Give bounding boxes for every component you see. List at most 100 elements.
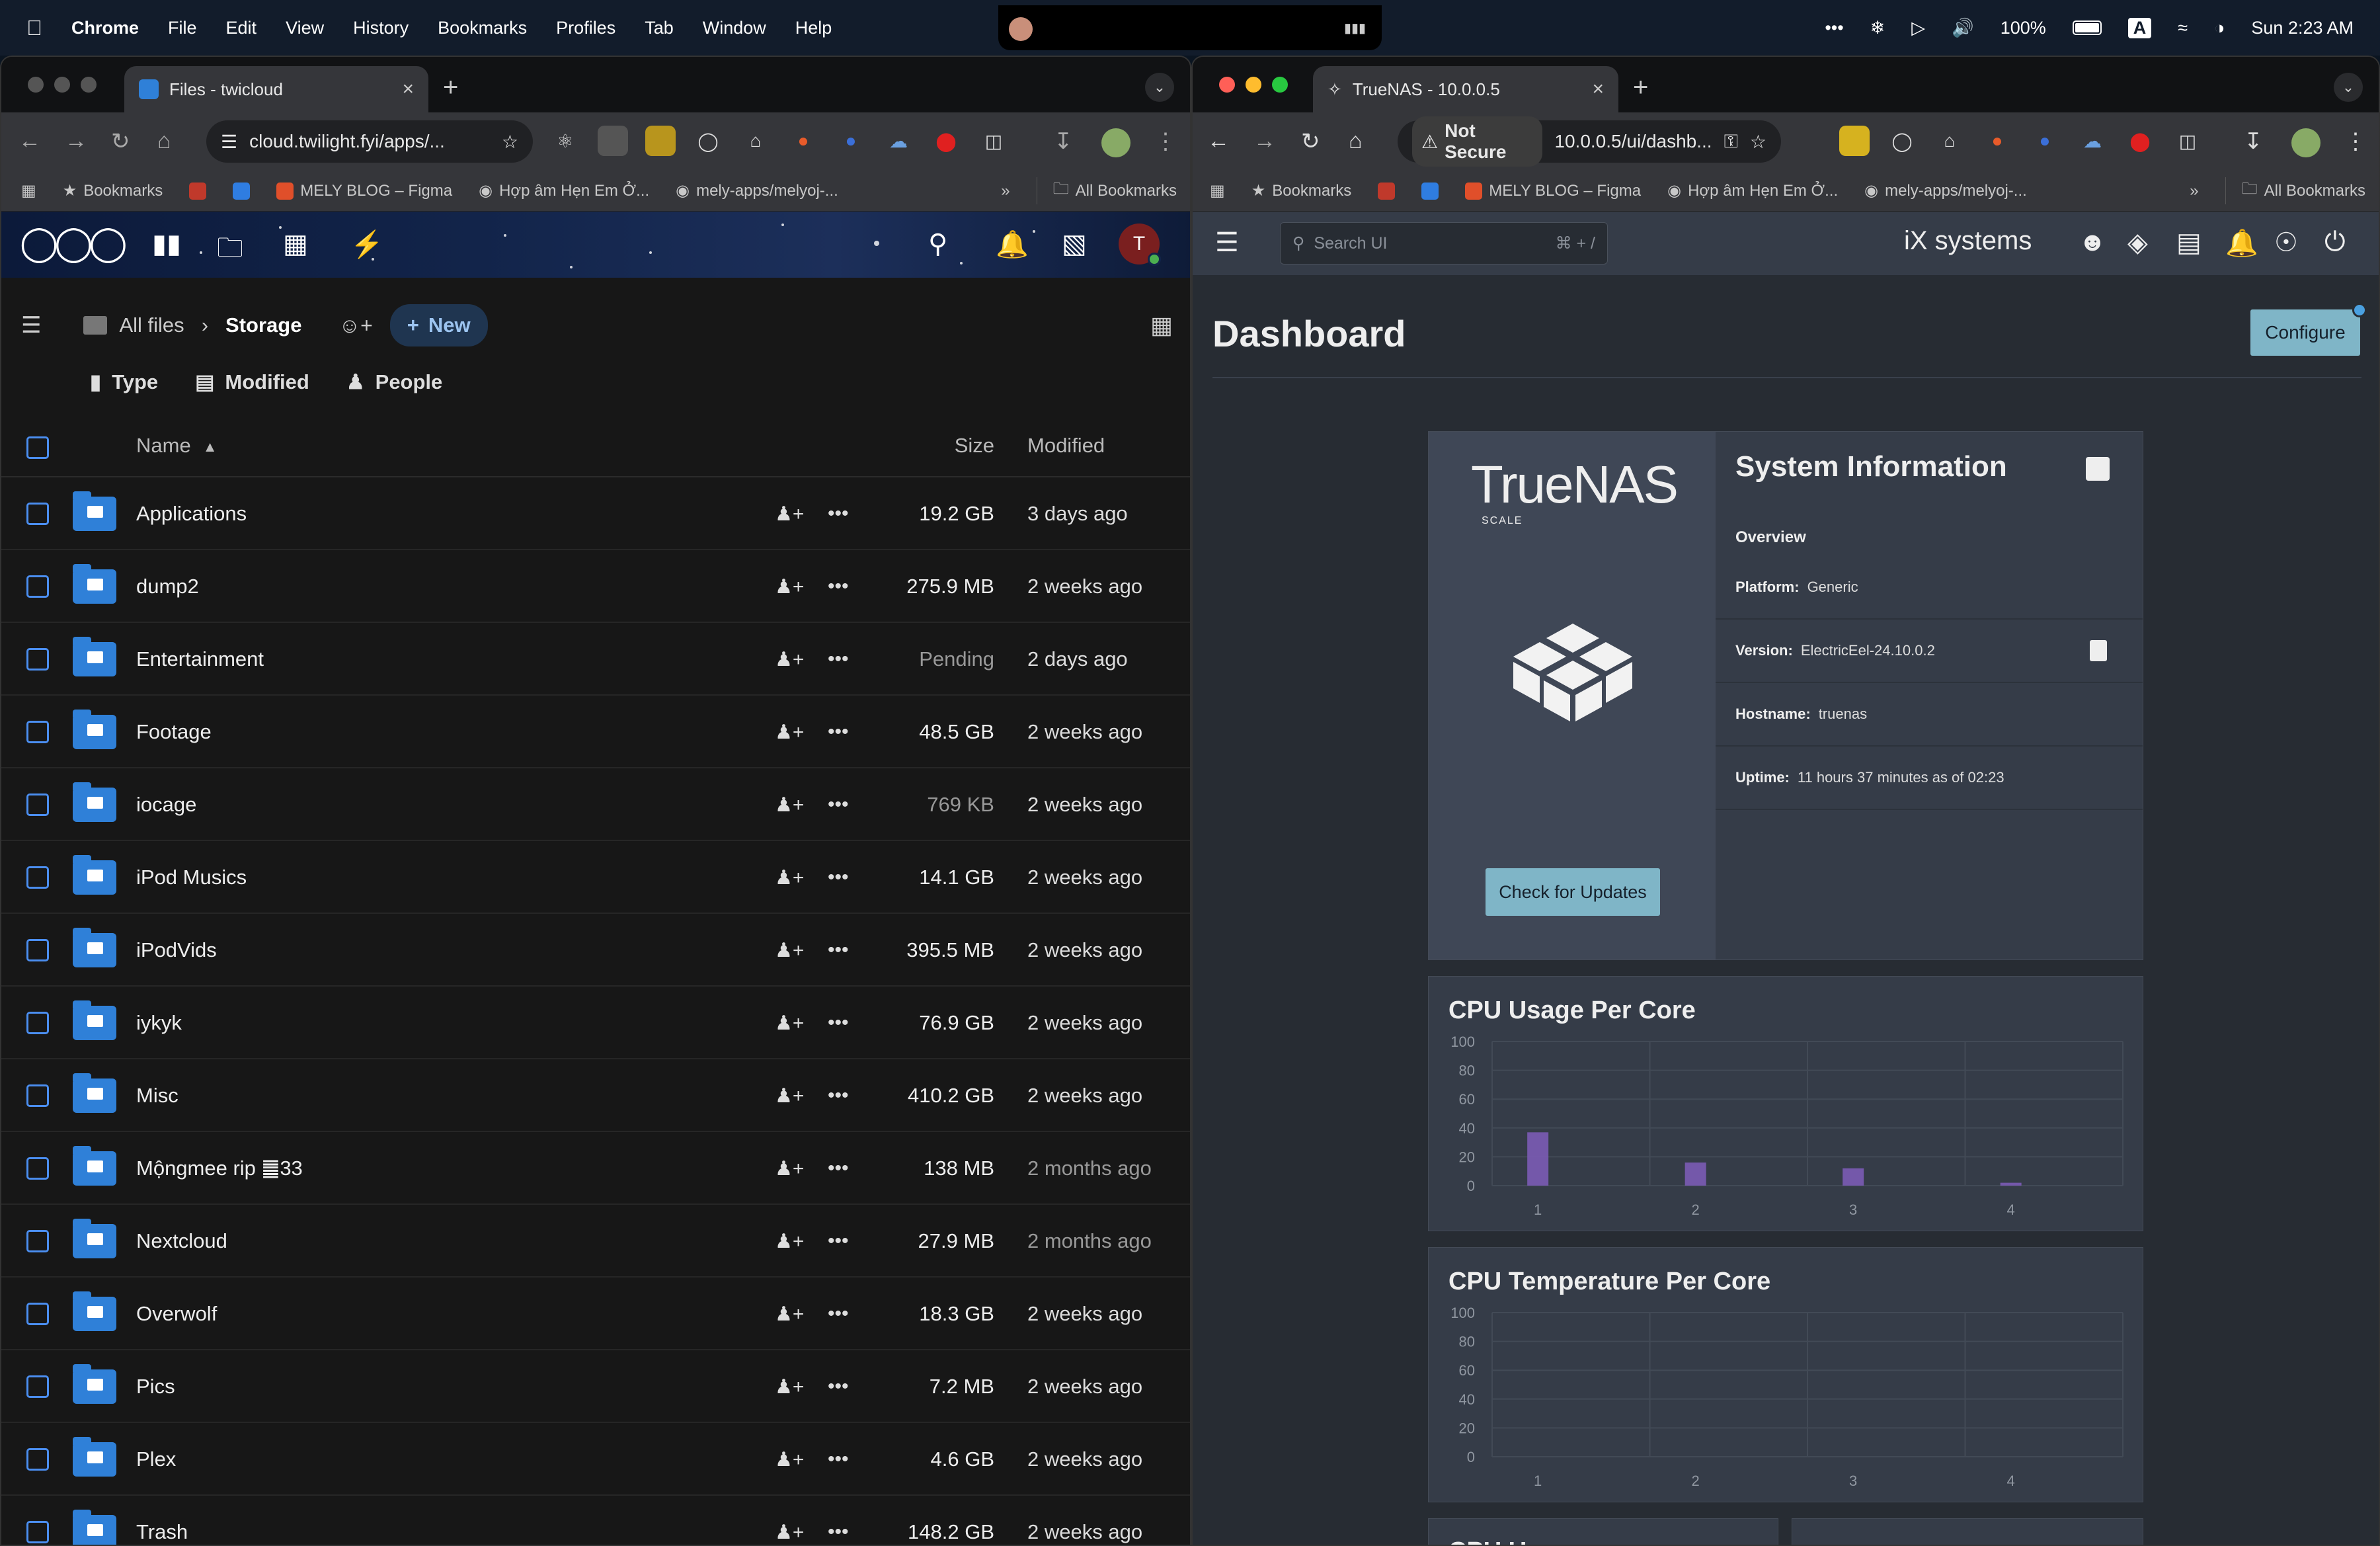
stop-icon[interactable]: ⬤ <box>931 126 961 156</box>
table-row[interactable]: iPod Musics ♟+ ••• 14.1 GB 2 weeks ago <box>1 841 1190 914</box>
row-checkbox[interactable] <box>26 1350 49 1423</box>
all-bookmarks[interactable]: 🗀 All Bookmarks <box>1036 177 1177 204</box>
menu-view[interactable]: View <box>286 18 324 38</box>
back-icon[interactable]: ← <box>1207 128 1230 154</box>
bookmark-red[interactable] <box>1378 182 1396 200</box>
share-user-icon[interactable]: ♟+ <box>775 768 804 841</box>
file-name[interactable]: iocage <box>136 768 196 841</box>
row-checkbox[interactable] <box>26 841 49 914</box>
search-icon[interactable]: ⚲ <box>928 229 947 259</box>
breadcrumb-current[interactable]: Storage <box>225 313 301 337</box>
menu-edit[interactable]: Edit <box>226 18 257 38</box>
table-row[interactable]: Footage ♟+ ••• 48.5 GB 2 weeks ago <box>1 696 1190 768</box>
bookmark-chords[interactable]: ◉ Hợp âm Hẹn Em Ở... <box>479 181 649 200</box>
address-bar[interactable]: ⚠ Not Secure 10.0.0.5/ui/dashb... ⚿ ☆ <box>1398 116 1781 167</box>
share-user-icon[interactable]: ♟+ <box>775 623 804 696</box>
file-name[interactable]: Footage <box>136 696 212 768</box>
play-icon[interactable]: ▷ <box>1911 18 1925 38</box>
share-user-icon[interactable]: ♟+ <box>775 550 804 623</box>
bookmark-bookmarks[interactable]: ★ Bookmarks <box>63 181 163 200</box>
sidenav-toggle-icon[interactable]: ☰ <box>1215 227 1239 258</box>
home-icon[interactable]: ⌂ <box>1349 128 1363 154</box>
share-user-icon[interactable]: ♟+ <box>775 477 804 550</box>
jobs-icon[interactable]: ▤ <box>2176 227 2202 258</box>
glasses-icon[interactable]: ◯ <box>1887 126 1917 156</box>
globe-icon[interactable]: ● <box>2030 126 2060 156</box>
puzzle-icon[interactable]: ◫ <box>978 126 1009 156</box>
share-user-icon[interactable]: ♟+ <box>775 841 804 914</box>
bookmark-github[interactable]: ◉ mely-apps/melyoj-... <box>676 181 838 200</box>
clock[interactable]: Sun 2:23 AM <box>2251 18 2354 38</box>
file-name[interactable]: Applications <box>136 477 247 550</box>
ixsystems-logo[interactable]: iX systems <box>1904 226 2032 256</box>
row-checkbox[interactable] <box>26 768 49 841</box>
contacts-icon[interactable]: ▧ <box>1062 229 1087 259</box>
actions-menu-icon[interactable]: ••• <box>828 768 849 841</box>
bookmark-figma[interactable]: MELY BLOG – Figma <box>276 182 452 200</box>
menu-profiles[interactable]: Profiles <box>556 18 615 38</box>
file-name[interactable]: Plex <box>136 1423 176 1496</box>
control-center-icon[interactable]: ◑ <box>2214 18 2225 38</box>
table-row[interactable]: Pics ♟+ ••• 7.2 MB 2 weeks ago <box>1 1350 1190 1423</box>
row-checkbox[interactable] <box>26 1278 49 1350</box>
bookmark-blue[interactable] <box>1421 182 1439 200</box>
bookmark-bookmarks[interactable]: ★ Bookmarks <box>1251 181 1352 200</box>
battery-percent[interactable]: 100% <box>2001 18 2046 38</box>
profile-avatar[interactable] <box>2291 128 2320 157</box>
home-badge-icon[interactable]: ⌂ <box>740 126 771 156</box>
close-tab-icon[interactable]: × <box>1592 78 1604 101</box>
menu-app-name[interactable]: Chrome <box>71 18 139 38</box>
share-user-icon[interactable]: ♟+ <box>775 1423 804 1496</box>
new-tab-button[interactable]: + <box>1633 73 1648 102</box>
zoom-window-button[interactable] <box>81 77 97 93</box>
table-row[interactable]: Trash ♟+ ••• 148.2 GB 2 weeks ago <box>1 1496 1190 1545</box>
bookmarks-overflow-icon[interactable]: » <box>1001 182 1010 200</box>
table-row[interactable]: dump2 ♟+ ••• 275.9 MB 2 weeks ago <box>1 550 1190 623</box>
back-icon[interactable]: ← <box>19 128 41 154</box>
home-badge-icon[interactable]: ⌂ <box>1934 126 1965 156</box>
feedback-icon[interactable]: ☻ <box>2079 227 2106 257</box>
puzzle-icon[interactable]: ◫ <box>2172 126 2203 156</box>
power-icon[interactable]: ⏻ <box>2324 227 2346 257</box>
column-size[interactable]: Size <box>955 434 994 458</box>
address-bar[interactable]: ☰ cloud.twilight.fyi/apps/... ☆ <box>206 120 533 163</box>
react-devtools-icon[interactable]: ⚛ <box>550 126 580 156</box>
tab-truenas[interactable]: ✧ TrueNAS - 10.0.0.5 × <box>1313 66 1618 112</box>
table-row[interactable]: iykyk ♟+ ••• 76.9 GB 2 weeks ago <box>1 987 1190 1059</box>
menu-window[interactable]: Window <box>703 18 766 38</box>
close-window-button[interactable] <box>1219 77 1235 93</box>
row-checkbox[interactable] <box>26 1423 49 1496</box>
actions-menu-icon[interactable]: ••• <box>828 1205 849 1278</box>
close-window-button[interactable] <box>28 77 44 93</box>
table-row[interactable]: Misc ♟+ ••• 410.2 GB 2 weeks ago <box>1 1059 1190 1132</box>
activity-app-icon[interactable]: ⚡ <box>350 229 383 260</box>
menu-bookmarks[interactable]: Bookmarks <box>438 18 527 38</box>
filter-type[interactable]: ▮ Type <box>90 370 158 394</box>
menu-file[interactable]: File <box>168 18 197 38</box>
download-icon[interactable]: ↧ <box>1054 128 1073 155</box>
breadcrumb-all-files[interactable]: All files <box>83 313 184 337</box>
table-row[interactable]: Applications ♟+ ••• 19.2 GB 3 days ago <box>1 477 1190 550</box>
apps-icon[interactable]: ▦ <box>21 181 36 200</box>
file-name[interactable]: iPodVids <box>136 914 217 987</box>
close-tab-icon[interactable]: × <box>402 78 414 101</box>
share-user-icon[interactable]: ♟+ <box>775 1496 804 1545</box>
reports-icon[interactable] <box>2086 457 2110 481</box>
row-checkbox[interactable] <box>26 1059 49 1132</box>
tab-search-button[interactable]: ⌄ <box>1145 73 1174 102</box>
dashboard-icon[interactable]: ▮▮ <box>152 229 181 259</box>
table-row[interactable]: Entertainment ♟+ ••• Pending 2 days ago <box>1 623 1190 696</box>
password-key-icon[interactable]: ⚿ <box>1724 131 1738 153</box>
file-name[interactable]: Mộngmee rip ䷀33 <box>136 1132 303 1205</box>
all-bookmarks[interactable]: 🗀 All Bookmarks <box>2225 177 2365 204</box>
files-app-icon[interactable]: 🗀 <box>217 229 243 274</box>
row-checkbox[interactable] <box>26 1132 49 1205</box>
actions-menu-icon[interactable]: ••• <box>828 1059 849 1132</box>
file-name[interactable]: Pics <box>136 1350 175 1423</box>
extension-yellow-icon[interactable] <box>645 126 676 156</box>
wifi-icon[interactable]: ≈ <box>2178 18 2188 38</box>
filter-modified[interactable]: ▤ Modified <box>195 370 309 394</box>
row-checkbox[interactable] <box>26 987 49 1059</box>
file-name[interactable]: dump2 <box>136 550 199 623</box>
search-ui-input[interactable]: ⚲ Search UI ⌘ + / <box>1280 222 1608 264</box>
